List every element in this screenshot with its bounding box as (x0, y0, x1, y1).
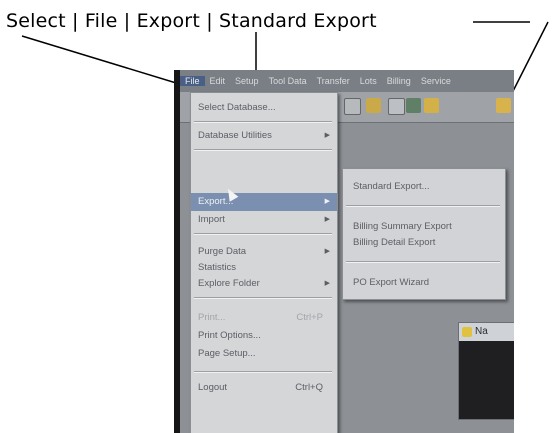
menu-item-print-options[interactable]: Print Options... (191, 327, 337, 345)
menu-separator (194, 149, 332, 151)
toolbar-grid-icon[interactable] (406, 98, 421, 113)
shortcut-label: Ctrl+P (296, 312, 323, 323)
menu-item-logout[interactable]: Logout Ctrl+Q (191, 379, 337, 397)
toolbar-folder-icon[interactable] (424, 98, 439, 113)
submenu-arrow-icon: ▶ (324, 280, 330, 287)
submenu-arrow-icon: ▶ (324, 216, 330, 223)
menu-transfer[interactable]: Transfer (312, 76, 355, 86)
window-icon (462, 327, 472, 337)
menu-item-label: Statistics (198, 262, 237, 273)
submenu-item-billing-detail-export[interactable]: Billing Detail Export (343, 235, 505, 251)
menu-separator (194, 297, 332, 299)
menu-separator (194, 121, 332, 123)
menu-separator (346, 205, 500, 207)
background-window[interactable]: Na (458, 322, 514, 420)
toolbar-search-icon[interactable] (366, 98, 381, 113)
menu-item-page-setup[interactable]: Page Setup... (191, 345, 337, 363)
menu-item-label: Database Utilities (198, 130, 272, 141)
menu-tool-data[interactable]: Tool Data (264, 76, 312, 86)
menu-item-label: Page Setup... (198, 348, 256, 359)
menu-edit[interactable]: Edit (205, 76, 231, 86)
menu-billing[interactable]: Billing (382, 76, 416, 86)
menu-item-label: Print Options... (198, 330, 261, 341)
toolbar-database-icon[interactable] (344, 98, 361, 115)
menu-item-select-database[interactable]: Select Database... (191, 99, 337, 117)
menu-lots[interactable]: Lots (355, 76, 382, 86)
arrow-to-file (21, 35, 187, 87)
menu-item-import[interactable]: Import ▶ (191, 211, 337, 229)
menu-item-database-utilities[interactable]: Database Utilities ▶ (191, 127, 337, 145)
menu-separator (194, 233, 332, 235)
menu-item-export[interactable]: Export... ▶ (191, 193, 337, 211)
menu-separator (346, 261, 500, 263)
menu-separator (194, 371, 332, 373)
shortcut-label: Ctrl+Q (295, 382, 323, 393)
menu-bar: File Edit Setup Tool Data Transfer Lots … (180, 70, 514, 92)
menu-item-label: Explore Folder (198, 278, 260, 289)
submenu-arrow-icon: ▶ (324, 132, 330, 139)
export-submenu: Standard Export... Billing Summary Expor… (342, 168, 506, 300)
window-title-text: Na (475, 326, 488, 337)
menu-item-label: Select Database... (198, 102, 276, 113)
menu-item-label: Print... (198, 312, 226, 323)
menu-item-print: Print... Ctrl+P (191, 309, 337, 327)
submenu-item-po-export-wizard[interactable]: PO Export Wizard (343, 275, 505, 291)
menu-item-label: Logout (198, 382, 228, 393)
menu-item-label: Purge Data (198, 246, 247, 257)
submenu-item-standard-export[interactable]: Standard Export... (343, 179, 505, 195)
menu-service[interactable]: Service (416, 76, 456, 86)
menu-file[interactable]: File (180, 76, 205, 86)
toolbar-print-icon[interactable] (388, 98, 405, 115)
menu-setup[interactable]: Setup (230, 76, 264, 86)
file-menu-dropdown: Select Database... Database Utilities ▶ … (190, 92, 338, 433)
submenu-item-billing-summary-export[interactable]: Billing Summary Export (343, 219, 505, 235)
menu-item-label: Import (198, 214, 225, 225)
background-window-title: Na (459, 323, 514, 341)
menu-item-explore-folder[interactable]: Explore Folder ▶ (191, 275, 337, 293)
toolbar-tool-icon[interactable] (496, 98, 511, 113)
application-screenshot: File Edit Setup Tool Data Transfer Lots … (174, 70, 514, 433)
submenu-arrow-icon: ▶ (324, 198, 330, 205)
